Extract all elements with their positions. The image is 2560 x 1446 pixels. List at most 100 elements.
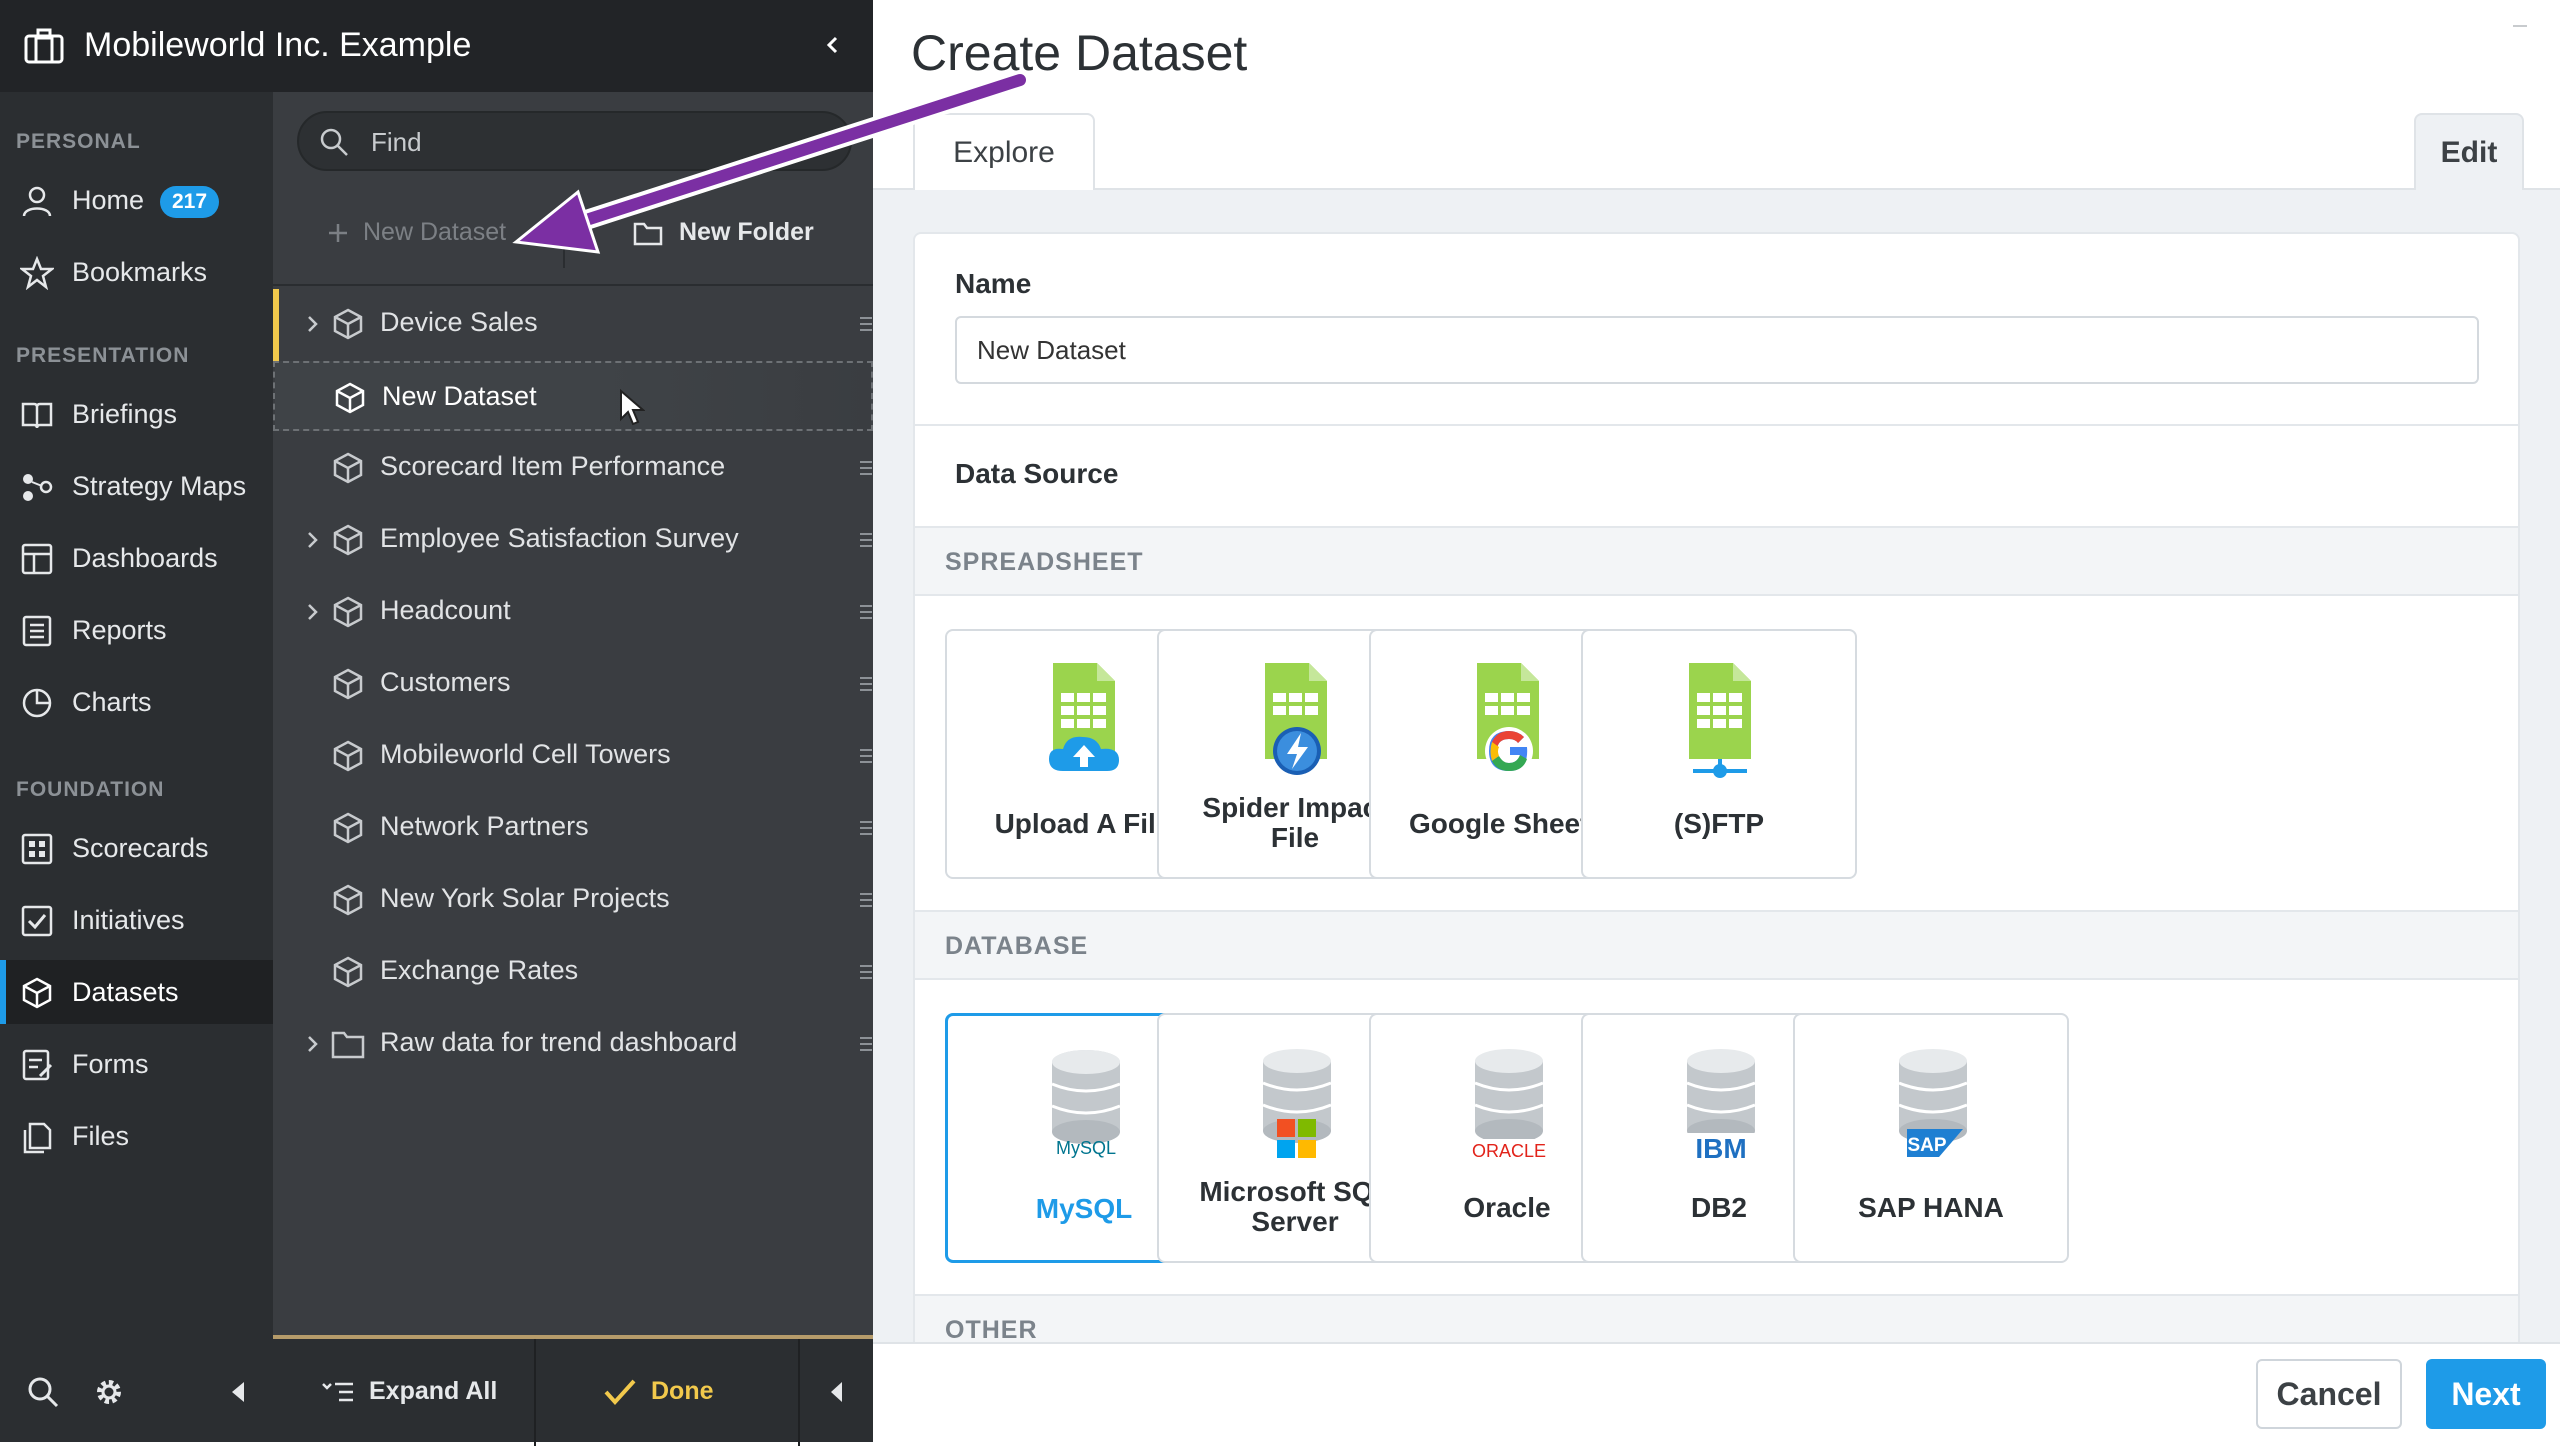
group-header-other: OTHER: [915, 1294, 2518, 1342]
nav-item-initiatives[interactable]: Initiatives: [0, 888, 273, 952]
close-handle-icon[interactable]: [2513, 22, 2527, 30]
nav-label: Forms: [72, 1049, 149, 1079]
nav-item-briefings[interactable]: Briefings: [0, 382, 273, 446]
nav-label: Briefings: [72, 399, 178, 429]
nav-item-strategy-maps[interactable]: Strategy Maps: [0, 454, 273, 518]
drag-handle-icon[interactable]: [858, 601, 872, 623]
form-card: Name New Dataset Data Source SPREADSHEET…: [913, 232, 2520, 1342]
gear-icon[interactable]: [92, 1375, 126, 1409]
search-icon[interactable]: [26, 1375, 60, 1409]
drag-handle-icon[interactable]: [858, 673, 872, 695]
tree-item-label: Customers: [380, 667, 511, 697]
search-box[interactable]: Find: [297, 111, 852, 171]
cancel-button[interactable]: Cancel: [2256, 1359, 2402, 1429]
collapse-left-icon[interactable]: [228, 1379, 250, 1405]
tree-item[interactable]: Customers: [273, 649, 873, 721]
drag-handle-icon[interactable]: [858, 889, 872, 911]
org-name[interactable]: Mobileworld Inc. Example: [84, 26, 471, 65]
checkbox-icon: [21, 905, 53, 937]
sap-database-icon: SAP: [1898, 1049, 1968, 1157]
chevron-right-icon[interactable]: [301, 601, 323, 623]
spreadsheet-spider-icon: [1265, 663, 1327, 775]
tree-item[interactable]: Employee Satisfaction Survey: [273, 505, 873, 577]
db2-database-icon: IBM: [1681, 1049, 1761, 1163]
page-title: Create Dataset: [911, 25, 1248, 81]
nav-item-home[interactable]: Home 217: [0, 168, 273, 232]
tree-item[interactable]: Raw data for trend dashboard: [273, 1009, 873, 1081]
tree-item-new-dataset[interactable]: New Dataset: [273, 361, 873, 431]
done-button[interactable]: Done: [603, 1377, 714, 1406]
drag-handle-icon[interactable]: [858, 1033, 872, 1055]
tree-item[interactable]: Mobileworld Cell Towers: [273, 721, 873, 793]
cube-icon: [333, 812, 363, 844]
form-icon: [22, 1049, 53, 1081]
tile-sap-hana[interactable]: SAP SAP HANA: [1793, 1013, 2069, 1263]
cube-icon: [22, 977, 52, 1009]
dataset-panel: Find New Dataset New Folder Device Sales…: [273, 92, 873, 1446]
tab-bar-line: [873, 188, 2560, 190]
chevron-right-icon[interactable]: [301, 1033, 323, 1055]
drag-handle-icon[interactable]: [858, 457, 872, 479]
collapse-left-icon[interactable]: [827, 1379, 847, 1405]
nav-item-charts[interactable]: Charts: [0, 670, 273, 734]
folder-icon: [633, 222, 663, 245]
expand-list-icon: [322, 1382, 353, 1401]
nav-label: Dashboards: [72, 543, 218, 573]
cube-icon: [333, 596, 363, 628]
new-dataset-button[interactable]: New Dataset: [327, 218, 506, 247]
done-label: Done: [651, 1377, 714, 1405]
expand-all-button[interactable]: Expand All: [321, 1377, 497, 1406]
sap-logo-text: SAP: [1907, 1135, 1946, 1156]
nav-item-forms[interactable]: Forms: [0, 1032, 273, 1096]
nav-label: Home: [72, 185, 145, 215]
spreadsheet-google-icon: [1477, 663, 1539, 775]
next-button[interactable]: Next: [2426, 1359, 2546, 1429]
drag-handle-icon[interactable]: [858, 817, 872, 839]
mysql-database-icon: MySQL: [1051, 1050, 1121, 1158]
tree-item[interactable]: Exchange Rates: [273, 937, 873, 1009]
tile-sftp[interactable]: (S)FTP: [1581, 629, 1857, 879]
search-input[interactable]: Find: [371, 127, 422, 158]
drag-handle-icon[interactable]: [858, 313, 872, 335]
nav-bottom-bar: [0, 1335, 273, 1442]
chevron-left-icon[interactable]: [818, 30, 848, 60]
nav-item-scorecards[interactable]: Scorecards: [0, 816, 273, 880]
tree-item[interactable]: Headcount: [273, 577, 873, 649]
count-badge: 217: [160, 186, 220, 218]
nav-item-files[interactable]: Files: [0, 1104, 273, 1168]
cube-icon: [333, 740, 363, 772]
tab-explore[interactable]: Explore: [913, 113, 1095, 190]
tree-item-device-sales[interactable]: Device Sales: [273, 289, 873, 361]
divider: [798, 1339, 800, 1446]
tree-item-label: Network Partners: [380, 811, 589, 841]
pie-chart-icon: [22, 688, 52, 718]
left-nav: PERSONAL Home 217 Bookmarks PRESENTATION…: [0, 92, 273, 1442]
name-input[interactable]: New Dataset: [955, 316, 2479, 384]
nav-item-bookmarks[interactable]: Bookmarks: [0, 240, 273, 304]
tree-item-label: Scorecard Item Performance: [380, 451, 726, 481]
book-icon: [21, 402, 53, 429]
tree-item[interactable]: Network Partners: [273, 793, 873, 865]
tree-item[interactable]: Scorecard Item Performance: [273, 433, 873, 505]
tree-item[interactable]: New York Solar Projects: [273, 865, 873, 937]
chevron-right-icon[interactable]: [301, 313, 323, 335]
search-icon: [320, 128, 348, 156]
group-header-spreadsheet: SPREADSHEET: [915, 526, 2518, 596]
divider: [563, 208, 565, 268]
new-folder-button[interactable]: New Folder: [633, 218, 814, 247]
nav-item-reports[interactable]: Reports: [0, 598, 273, 662]
nav-item-dashboards[interactable]: Dashboards: [0, 526, 273, 590]
spreadsheet-ftp-icon: [1689, 663, 1751, 778]
oracle-logo-text: ORACLE: [1472, 1141, 1546, 1161]
tab-edit[interactable]: Edit: [2414, 113, 2524, 190]
chevron-right-icon[interactable]: [301, 529, 323, 551]
mouse-cursor-icon: [620, 389, 645, 426]
tree-item-label: New York Solar Projects: [380, 883, 670, 913]
drag-handle-icon[interactable]: [858, 529, 872, 551]
create-dataset-panel: Create Dataset Explore Edit Name New Dat…: [873, 0, 2560, 1442]
drag-handle-icon[interactable]: [858, 961, 872, 983]
drag-handle-icon[interactable]: [858, 745, 872, 767]
tree-item-label: Device Sales: [380, 307, 538, 337]
section-personal: PERSONAL: [16, 130, 141, 153]
nav-item-datasets[interactable]: Datasets: [0, 960, 273, 1024]
